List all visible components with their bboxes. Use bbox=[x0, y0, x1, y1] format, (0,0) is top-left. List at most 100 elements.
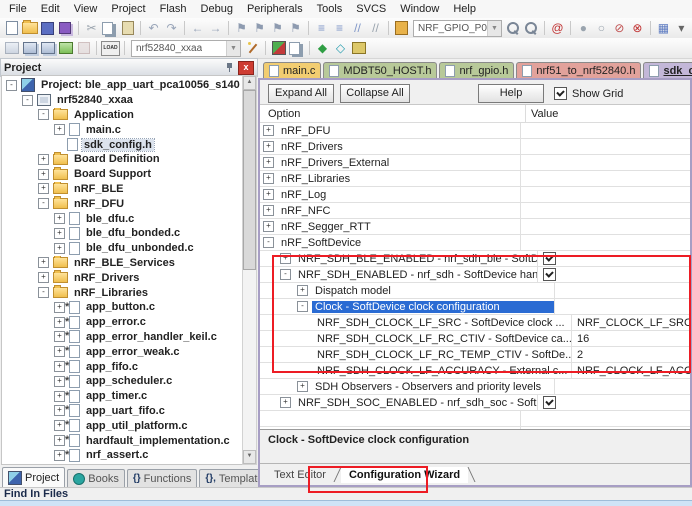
tree-item-nrf-libraries[interactable]: -nRF_Libraries bbox=[2, 285, 243, 300]
tree-expander-icon[interactable]: + bbox=[38, 169, 49, 180]
value-cell[interactable] bbox=[520, 171, 690, 186]
tree-expander-icon[interactable]: + bbox=[54, 376, 65, 387]
tree-item-app-button-c[interactable]: +app_button.c bbox=[2, 300, 243, 315]
target-options-icon[interactable] bbox=[244, 40, 261, 56]
tree-item-board-definition[interactable]: +Board Definition bbox=[2, 152, 243, 167]
row-expander-icon[interactable]: + bbox=[263, 189, 274, 200]
menu-view[interactable]: View bbox=[67, 1, 105, 17]
tree-expander-icon[interactable]: - bbox=[38, 198, 49, 209]
collapse-all-button[interactable]: Collapse All bbox=[340, 84, 410, 103]
config-row-nrf-libraries[interactable]: +nRF_Libraries bbox=[260, 171, 690, 187]
bookmark-clear-icon[interactable]: ⚑ bbox=[287, 20, 304, 36]
window-layout-icon[interactable]: ▦ bbox=[655, 20, 672, 36]
bookmark-next-icon[interactable]: ⚑ bbox=[269, 20, 286, 36]
help-button[interactable]: Help bbox=[478, 84, 544, 103]
incremental-find-icon[interactable] bbox=[523, 20, 540, 36]
tree-item-app-util-platform-c[interactable]: +app_util_platform.c bbox=[2, 418, 243, 433]
flash-download-icon[interactable]: ◆ bbox=[314, 40, 331, 56]
close-icon[interactable]: x bbox=[238, 61, 254, 75]
uncomment-icon[interactable]: // bbox=[367, 20, 384, 36]
tree-expander-icon[interactable]: + bbox=[38, 183, 49, 194]
scrollbar-thumb[interactable] bbox=[243, 90, 256, 270]
tree-expander-icon[interactable]: - bbox=[6, 80, 17, 91]
tree-expander-icon[interactable]: + bbox=[54, 124, 65, 135]
indent-icon[interactable]: ≡ bbox=[313, 20, 330, 36]
target-select-dropdown-arrow[interactable]: ▼ bbox=[226, 41, 240, 56]
tree-item-nrf-ble[interactable]: +nRF_BLE bbox=[2, 182, 243, 197]
manage-items-icon[interactable] bbox=[288, 40, 305, 56]
manage-rte-icon[interactable] bbox=[270, 40, 287, 56]
menu-flash[interactable]: Flash bbox=[153, 1, 194, 17]
flash-configure-icon[interactable]: ◇ bbox=[332, 40, 349, 56]
tree-expander-icon[interactable]: + bbox=[54, 243, 65, 254]
undo-icon[interactable]: ↶ bbox=[145, 20, 162, 36]
menu-project[interactable]: Project bbox=[104, 1, 152, 17]
doc-tab-main-c[interactable]: main.c bbox=[263, 62, 321, 78]
row-expander-icon[interactable]: + bbox=[263, 205, 274, 216]
tree-item-app-error-weak-c[interactable]: +app_error_weak.c bbox=[2, 344, 243, 359]
project-tree-scrollbar[interactable]: ▲ ▼ bbox=[242, 75, 257, 465]
find-in-files-icon[interactable] bbox=[393, 20, 410, 36]
row-expander-icon[interactable]: + bbox=[263, 157, 274, 168]
tree-expander-icon[interactable]: + bbox=[38, 272, 49, 283]
tree-item-project-ble-app-uart-pca10056-s140[interactable]: -Project: ble_app_uart_pca10056_s140 bbox=[2, 78, 243, 93]
tree-item-hardfault-implementation-c[interactable]: +hardfault_implementation.c bbox=[2, 433, 243, 448]
config-row-nrf-nfc[interactable]: +nRF_NFC bbox=[260, 203, 690, 219]
scroll-up-icon[interactable]: ▲ bbox=[243, 76, 256, 90]
row-expander-icon[interactable]: - bbox=[263, 237, 274, 248]
value-cell[interactable]: NRF_CLOCK_LF_ACCURACY_500_PPM bbox=[571, 363, 690, 378]
value-checkbox[interactable] bbox=[543, 252, 556, 265]
tree-item-app-scheduler-c[interactable]: +app_scheduler.c bbox=[2, 374, 243, 389]
outdent-icon[interactable]: ≡ bbox=[331, 20, 348, 36]
config-row-nrf-dfu[interactable]: +nRF_DFU bbox=[260, 123, 690, 139]
value-cell[interactable] bbox=[537, 395, 690, 410]
panel-tab-books[interactable]: Books bbox=[67, 469, 125, 487]
value-cell[interactable]: 16 bbox=[571, 331, 690, 346]
config-row-nrf-drivers-external[interactable]: +nRF_Drivers_External bbox=[260, 155, 690, 171]
value-cell[interactable] bbox=[520, 411, 690, 426]
row-expander-icon[interactable]: + bbox=[280, 253, 291, 264]
browse-info-icon[interactable]: @ bbox=[549, 20, 566, 36]
menu-help[interactable]: Help bbox=[446, 1, 483, 17]
value-cell[interactable]: NRF_CLOCK_LF_SRC_RC bbox=[571, 315, 690, 330]
tree-item-board-support[interactable]: +Board Support bbox=[2, 167, 243, 182]
tree-expander-icon[interactable]: + bbox=[54, 302, 65, 313]
tree-item-sdk-config-h[interactable]: sdk_config.h bbox=[2, 137, 243, 152]
value-cell[interactable] bbox=[554, 283, 690, 298]
tree-expander-icon[interactable]: + bbox=[54, 331, 65, 342]
value-cell[interactable] bbox=[554, 299, 690, 314]
config-row-nrf-sdh-clock-lf-rc-temp-ctiv-softde[interactable]: NRF_SDH_CLOCK_LF_RC_TEMP_CTIV - SoftDe..… bbox=[260, 347, 690, 363]
tree-expander-icon[interactable]: + bbox=[38, 154, 49, 165]
tree-item-nrf-drivers[interactable]: +nRF_Drivers bbox=[2, 270, 243, 285]
save-all-icon[interactable] bbox=[57, 20, 74, 36]
tree-item-app-timer-c[interactable]: +app_timer.c bbox=[2, 389, 243, 404]
panel-tab-project[interactable]: Project bbox=[2, 467, 65, 487]
rebuild-icon[interactable] bbox=[39, 40, 56, 56]
bookmark-toggle-icon[interactable]: ⚑ bbox=[233, 20, 250, 36]
save-icon[interactable] bbox=[39, 20, 56, 36]
target-select[interactable]: nrf52840_xxaa▼ bbox=[131, 40, 241, 57]
search-combobox-dropdown-arrow[interactable]: ▼ bbox=[487, 21, 501, 36]
show-grid-checkbox[interactable] bbox=[554, 87, 567, 100]
expand-all-button[interactable]: Expand All bbox=[268, 84, 334, 103]
search-combobox[interactable]: NRF_GPIO_P0▼ bbox=[413, 20, 502, 37]
config-row-blank[interactable] bbox=[260, 411, 690, 427]
bookmark-prev-icon[interactable]: ⚑ bbox=[251, 20, 268, 36]
row-expander-icon[interactable]: + bbox=[297, 381, 308, 392]
config-row-sdh-observers-observers-and-priority-levels[interactable]: +SDH Observers - Observers and priority … bbox=[260, 379, 690, 395]
config-row-nrf-log[interactable]: +nRF_Log bbox=[260, 187, 690, 203]
redo-icon[interactable]: ↷ bbox=[163, 20, 180, 36]
batch-build-icon[interactable] bbox=[57, 40, 74, 56]
copy-icon[interactable] bbox=[101, 20, 118, 36]
value-cell[interactable] bbox=[520, 219, 690, 234]
config-row-nrf-sdh-clock-lf-src-softdevice-clock[interactable]: NRF_SDH_CLOCK_LF_SRC - SoftDevice clock … bbox=[260, 315, 690, 331]
breakpoint-disable-icon[interactable]: ○ bbox=[593, 20, 610, 36]
doc-tab-sdk-config-h[interactable]: sdk_config.h bbox=[643, 62, 692, 78]
new-file-icon[interactable] bbox=[3, 20, 20, 36]
row-expander-icon[interactable]: + bbox=[263, 141, 274, 152]
tree-expander-icon[interactable]: + bbox=[54, 435, 65, 446]
breakpoint-killall-icon[interactable]: ⊗ bbox=[629, 20, 646, 36]
menu-edit[interactable]: Edit bbox=[34, 1, 67, 17]
tree-item-ble-dfu-unbonded-c[interactable]: +ble_dfu_unbonded.c bbox=[2, 241, 243, 256]
menu-tools[interactable]: Tools bbox=[310, 1, 350, 17]
